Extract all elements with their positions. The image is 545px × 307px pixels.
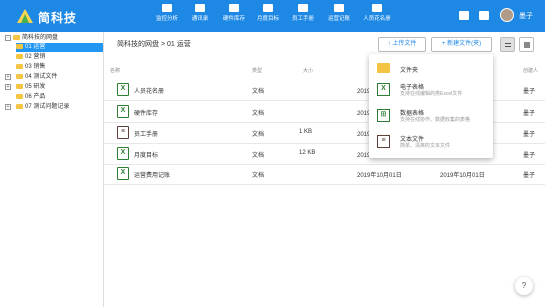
table-row[interactable]: X 运营费用记账 文档 2019年10月01日 2019年10月01日 墨子 xyxy=(104,163,545,185)
expand-toggle-icon[interactable]: + xyxy=(5,84,11,90)
users-icon[interactable] xyxy=(479,11,489,20)
grid-apps-icon[interactable] xyxy=(459,11,469,20)
tree-item-operations[interactable]: 01 运营 xyxy=(16,43,103,52)
document-icon: ≡ xyxy=(117,126,129,139)
folder-icon xyxy=(16,64,23,69)
flag-icon xyxy=(263,4,273,12)
list-icon xyxy=(505,43,511,44)
truck-icon xyxy=(372,4,382,12)
folder-icon xyxy=(16,44,23,49)
tree-item-marketing[interactable]: 02 营销 xyxy=(16,53,45,62)
upload-file-button[interactable]: ↑ 上传文件 xyxy=(378,37,426,52)
grid-view-button[interactable] xyxy=(519,37,534,52)
tree-root[interactable]: 简科技的网盘 xyxy=(13,34,58,43)
home-icon xyxy=(162,4,172,12)
new-file-folder-button[interactable]: + 新建文件(夹) xyxy=(431,37,492,52)
spreadsheet-icon: X xyxy=(117,147,129,160)
folder-icon xyxy=(13,35,20,40)
spreadsheet-icon: X xyxy=(377,83,390,96)
spreadsheet-icon: X xyxy=(117,167,129,180)
cart-icon xyxy=(334,4,344,12)
column-header-name[interactable]: 名称 xyxy=(110,67,120,74)
menu-item-text-file[interactable]: ≡ 文本文件 简单、清爽的文本文件 xyxy=(369,131,493,155)
expand-toggle-icon[interactable]: + xyxy=(5,104,11,110)
column-header-size[interactable]: 大小 xyxy=(303,67,313,74)
column-header-creator[interactable]: 创建人 xyxy=(523,67,538,74)
folder-icon xyxy=(16,74,23,79)
menu-item-folder[interactable]: 文件夹 xyxy=(369,58,493,78)
menu-item-spreadsheet[interactable]: X 电子表格 支持在线编辑的类Excel文件 xyxy=(369,79,493,103)
folder-tree-sidebar: - 简科技的网盘 01 运营 02 营销 03 销售 + 04 测试文件 + 0… xyxy=(0,32,104,307)
folder-icon xyxy=(16,54,23,59)
nav-monthly-goals[interactable]: 月度目标 xyxy=(248,4,288,22)
folder-icon xyxy=(16,104,23,109)
folder-icon xyxy=(16,94,23,99)
help-button[interactable]: ? xyxy=(515,277,533,295)
tree-item-sales[interactable]: 03 销售 xyxy=(16,63,45,72)
new-file-dropdown-menu: 文件夹 X 电子表格 支持在线编辑的类Excel文件 ⊞ 数据表格 支持在线协作… xyxy=(369,54,493,158)
spreadsheet-icon: X xyxy=(117,83,129,96)
spreadsheet-icon: X xyxy=(117,105,129,118)
nav-staff-roster[interactable]: 人员花名册 xyxy=(357,4,397,22)
nav-employee-handbook[interactable]: 员工手册 xyxy=(283,4,323,22)
list-view-button[interactable] xyxy=(500,37,515,52)
breadcrumb[interactable]: 简科技的网盘 > 01 运营 xyxy=(117,39,191,49)
expand-toggle-icon[interactable]: + xyxy=(5,74,11,80)
document-icon: ≡ xyxy=(377,135,390,148)
grid-icon xyxy=(524,42,530,48)
tree-item-product[interactable]: 06 产品 xyxy=(16,93,45,102)
menu-item-data-table[interactable]: ⊞ 数据表格 支持在线协作、数据收集的表格 xyxy=(369,105,493,129)
user-name[interactable]: 墨子 xyxy=(519,11,533,21)
spreadsheet-icon: ⊞ xyxy=(377,109,390,122)
apps-icon xyxy=(195,4,205,12)
nav-operations-ledger[interactable]: 运营记账 xyxy=(319,4,359,22)
tree-item-rnd[interactable]: 05 研发 xyxy=(16,83,45,92)
top-navigation-bar: 简科技 监控分析 通讯录 硬件库存 月度目标 员工手册 运营记账 人员花名册 墨… xyxy=(0,0,545,32)
collapse-toggle-icon[interactable]: - xyxy=(5,35,11,41)
app-logo-icon xyxy=(17,9,33,23)
app-name: 简科技 xyxy=(38,11,78,25)
tree-item-test-issues[interactable]: 07 测试问题记录 xyxy=(16,103,69,112)
truck-icon xyxy=(229,4,239,12)
folder-icon xyxy=(377,63,390,73)
tree-item-test-files[interactable]: 04 测试文件 xyxy=(16,73,57,82)
folder-icon xyxy=(16,84,23,89)
avatar[interactable] xyxy=(500,8,514,22)
people-icon xyxy=(298,4,308,12)
column-header-type[interactable]: 类型 xyxy=(252,67,262,74)
